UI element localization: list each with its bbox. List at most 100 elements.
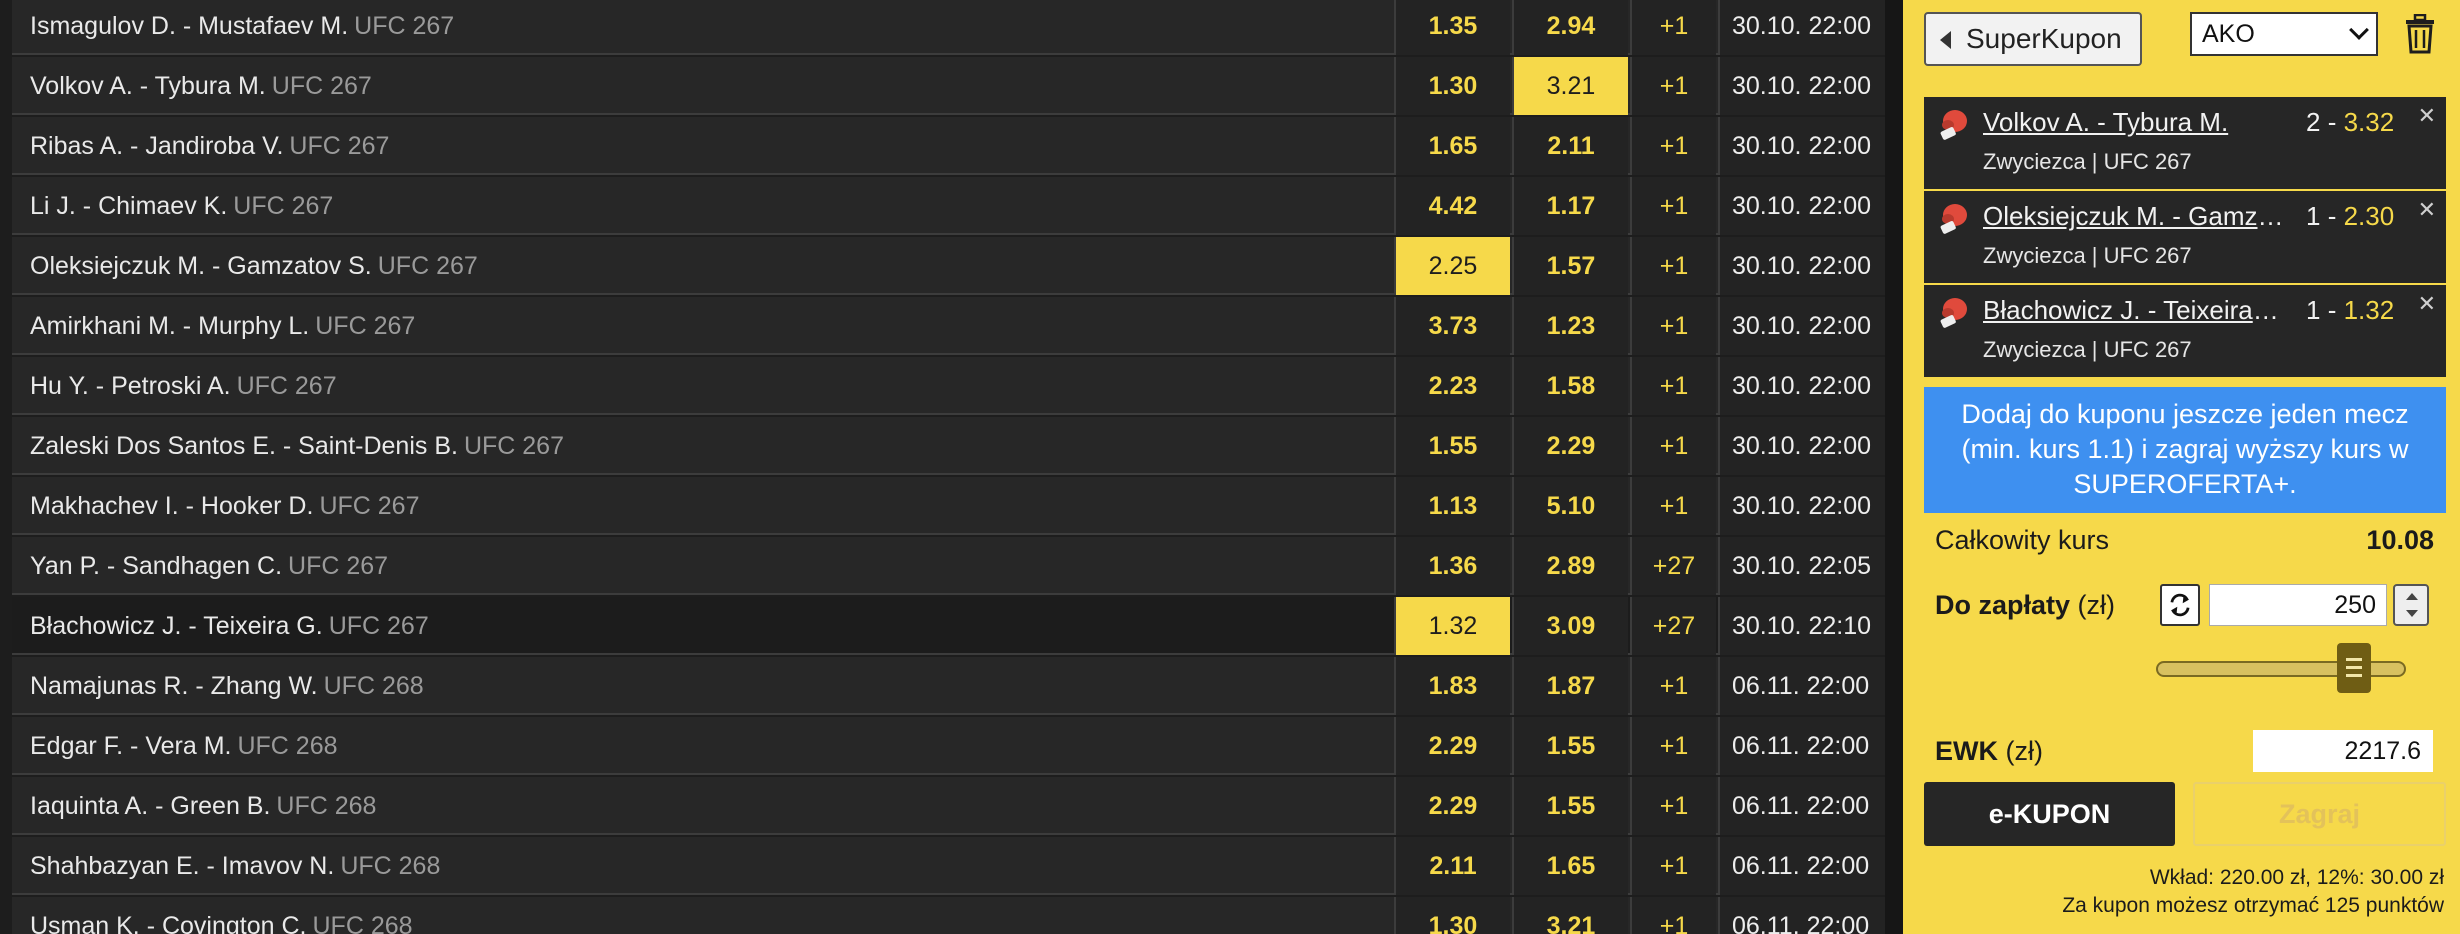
superkupon-back-button[interactable]: SuperKupon	[1924, 12, 2142, 66]
event-row[interactable]: Ismagulov D. - Mustafaev M. UFC 267 1.35 2.…	[12, 0, 1885, 55]
odd-away-button[interactable]: 2.89	[1512, 537, 1628, 595]
bet-match-link[interactable]: Volkov A. - Tybura M.	[1983, 107, 2285, 138]
event-row[interactable]: Iaquinta A. - Green B. UFC 268 2.29 1.55 +1 0…	[12, 777, 1885, 835]
event-name[interactable]: Li J. - Chimaev K. UFC 267	[30, 177, 333, 235]
odd-home-button[interactable]: 2.29	[1394, 777, 1510, 835]
stake-stepper[interactable]	[2393, 584, 2429, 626]
play-button[interactable]: Zagraj	[2193, 782, 2446, 846]
odd-away-button[interactable]: 2.29	[1512, 417, 1628, 475]
odd-home-button[interactable]: 4.42	[1394, 177, 1510, 235]
stake-label-group: Do zapłaty (zł)	[1935, 590, 2115, 621]
odd-home-button[interactable]: 2.23	[1394, 357, 1510, 415]
more-markets-button[interactable]: +1	[1630, 477, 1716, 535]
bet-match-link[interactable]: Oleksiejczuk M. - Gamzatov S.	[1983, 201, 2285, 232]
more-markets-button[interactable]: +1	[1630, 0, 1716, 55]
more-markets-button[interactable]: +1	[1630, 837, 1716, 895]
event-name[interactable]: Usman K. - Covington C. UFC 268	[30, 897, 413, 934]
event-name[interactable]: Oleksiejczuk M. - Gamzatov S. UFC 267	[30, 237, 478, 295]
more-markets-button[interactable]: +1	[1630, 717, 1716, 775]
close-icon[interactable]: ✕	[2418, 291, 2436, 317]
event-name[interactable]: Yan P. - Sandhagen C. UFC 267	[30, 537, 388, 595]
odd-away-button[interactable]: 3.21	[1512, 57, 1628, 115]
event-name[interactable]: Ribas A. - Jandiroba V. UFC 267	[30, 117, 389, 175]
event-name[interactable]: Iaquinta A. - Green B. UFC 268	[30, 777, 376, 835]
more-markets-button[interactable]: +27	[1630, 597, 1716, 655]
odd-home-button[interactable]: 1.30	[1394, 57, 1510, 115]
odd-home-button[interactable]: 1.83	[1394, 657, 1510, 715]
more-markets-button[interactable]: +1	[1630, 777, 1716, 835]
event-row[interactable]: Zaleski Dos Santos E. - Saint-Denis B. UF…	[12, 417, 1885, 475]
odd-away-button[interactable]: 1.58	[1512, 357, 1628, 415]
odd-home-button[interactable]: 1.30	[1394, 897, 1510, 934]
more-markets-button[interactable]: +1	[1630, 657, 1716, 715]
odd-away-button[interactable]: 1.23	[1512, 297, 1628, 355]
event-name[interactable]: Edgar F. - Vera M. UFC 268	[30, 717, 338, 775]
more-markets-button[interactable]: +27	[1630, 537, 1716, 595]
stake-input[interactable]: 250	[2209, 584, 2387, 626]
event-name[interactable]: Ismagulov D. - Mustafaev M. UFC 267	[30, 0, 454, 55]
more-markets-button[interactable]: +1	[1630, 57, 1716, 115]
odd-home-button[interactable]: 2.11	[1394, 837, 1510, 895]
event-name[interactable]: Namajunas R. - Zhang W. UFC 268	[30, 657, 424, 715]
stepper-up-icon[interactable]	[2406, 593, 2418, 600]
close-icon[interactable]: ✕	[2418, 197, 2436, 223]
event-row[interactable]: Namajunas R. - Zhang W. UFC 268 1.83 1.87 +1…	[12, 657, 1885, 715]
more-markets-button[interactable]: +1	[1630, 117, 1716, 175]
more-markets-button[interactable]: +1	[1630, 357, 1716, 415]
event-name[interactable]: Shahbazyan E. - Imavov N. UFC 268	[30, 837, 440, 895]
odd-away-button[interactable]: 1.17	[1512, 177, 1628, 235]
stake-slider-handle[interactable]	[2337, 643, 2372, 693]
event-row[interactable]: Shahbazyan E. - Imavov N. UFC 268 2.11 1.65…	[12, 837, 1885, 895]
odd-home-button[interactable]: 1.65	[1394, 117, 1510, 175]
stepper-down-icon[interactable]	[2406, 610, 2418, 617]
more-markets-button[interactable]: +1	[1630, 177, 1716, 235]
event-name[interactable]: Zaleski Dos Santos E. - Saint-Denis B. UF…	[30, 417, 564, 475]
promo-banner[interactable]: Dodaj do kuponu jeszcze jeden mecz (min.…	[1924, 387, 2446, 513]
odd-away-button[interactable]: 1.65	[1512, 837, 1628, 895]
odd-home-button[interactable]: 3.73	[1394, 297, 1510, 355]
event-row[interactable]: Edgar F. - Vera M. UFC 268 2.29 1.55 +1 06.11…	[12, 717, 1885, 775]
trash-icon[interactable]	[2403, 14, 2437, 54]
bet-match-link[interactable]: Błachowicz J. - Teixeira G.	[1983, 295, 2285, 326]
event-row[interactable]: Amirkhani M. - Murphy L. UFC 267 3.73 1.23 +…	[12, 297, 1885, 355]
event-row[interactable]: Yan P. - Sandhagen C. UFC 267 1.36 2.89 +27 3…	[12, 537, 1885, 595]
odd-home-button[interactable]: 2.25	[1394, 237, 1510, 295]
odd-away-button[interactable]: 5.10	[1512, 477, 1628, 535]
event-name[interactable]: Volkov A. - Tybura M. UFC 267	[30, 57, 372, 115]
event-row[interactable]: Hu Y. - Petroski A. UFC 267 2.23 1.58 +1 30.1…	[12, 357, 1885, 415]
event-name[interactable]: Błachowicz J. - Teixeira G. UFC 267	[30, 597, 429, 655]
odd-home-button[interactable]: 1.36	[1394, 537, 1510, 595]
event-row[interactable]: Li J. - Chimaev K. UFC 267 4.42 1.17 +1 30.10…	[12, 177, 1885, 235]
odd-away-button[interactable]: 3.21	[1512, 897, 1628, 934]
odd-away-button[interactable]: 1.57	[1512, 237, 1628, 295]
refresh-icon[interactable]	[2160, 584, 2200, 626]
odd-home-button[interactable]: 2.29	[1394, 717, 1510, 775]
event-name[interactable]: Hu Y. - Petroski A. UFC 267	[30, 357, 337, 415]
odd-away-button[interactable]: 2.11	[1512, 117, 1628, 175]
odd-home-button[interactable]: 1.32	[1394, 597, 1510, 655]
event-row[interactable]: Ribas A. - Jandiroba V. UFC 267 1.65 2.11 +1…	[12, 117, 1885, 175]
more-markets-button[interactable]: +1	[1630, 237, 1716, 295]
event-name[interactable]: Makhachev I. - Hooker D. UFC 267	[30, 477, 419, 535]
event-row[interactable]: Oleksiejczuk M. - Gamzatov S. UFC 267 2.25…	[12, 237, 1885, 295]
ekupon-button[interactable]: e-KUPON	[1924, 782, 2175, 846]
odd-home-button[interactable]: 1.35	[1394, 0, 1510, 55]
odd-away-button[interactable]: 2.94	[1512, 0, 1628, 55]
odd-away-button[interactable]: 1.87	[1512, 657, 1628, 715]
odd-away-button[interactable]: 1.55	[1512, 717, 1628, 775]
event-row[interactable]: Volkov A. - Tybura M. UFC 267 1.30 3.21 +1 30…	[12, 57, 1885, 115]
event-name[interactable]: Amirkhani M. - Murphy L. UFC 267	[30, 297, 415, 355]
league: UFC 267	[289, 132, 390, 160]
event-row[interactable]: Usman K. - Covington C. UFC 268 1.30 3.21 +1…	[12, 897, 1885, 934]
more-markets-button[interactable]: +1	[1630, 417, 1716, 475]
event-row[interactable]: Makhachev I. - Hooker D. UFC 267 1.13 5.10 +…	[12, 477, 1885, 535]
coupon-type-select[interactable]: AKO	[2190, 12, 2378, 56]
odd-away-button[interactable]: 3.09	[1512, 597, 1628, 655]
event-row[interactable]: Błachowicz J. - Teixeira G. UFC 267 1.32 3.…	[12, 597, 1885, 655]
more-markets-button[interactable]: +1	[1630, 897, 1716, 934]
odd-home-button[interactable]: 1.13	[1394, 477, 1510, 535]
more-markets-button[interactable]: +1	[1630, 297, 1716, 355]
close-icon[interactable]: ✕	[2418, 103, 2436, 129]
odd-home-button[interactable]: 1.55	[1394, 417, 1510, 475]
odd-away-button[interactable]: 1.55	[1512, 777, 1628, 835]
